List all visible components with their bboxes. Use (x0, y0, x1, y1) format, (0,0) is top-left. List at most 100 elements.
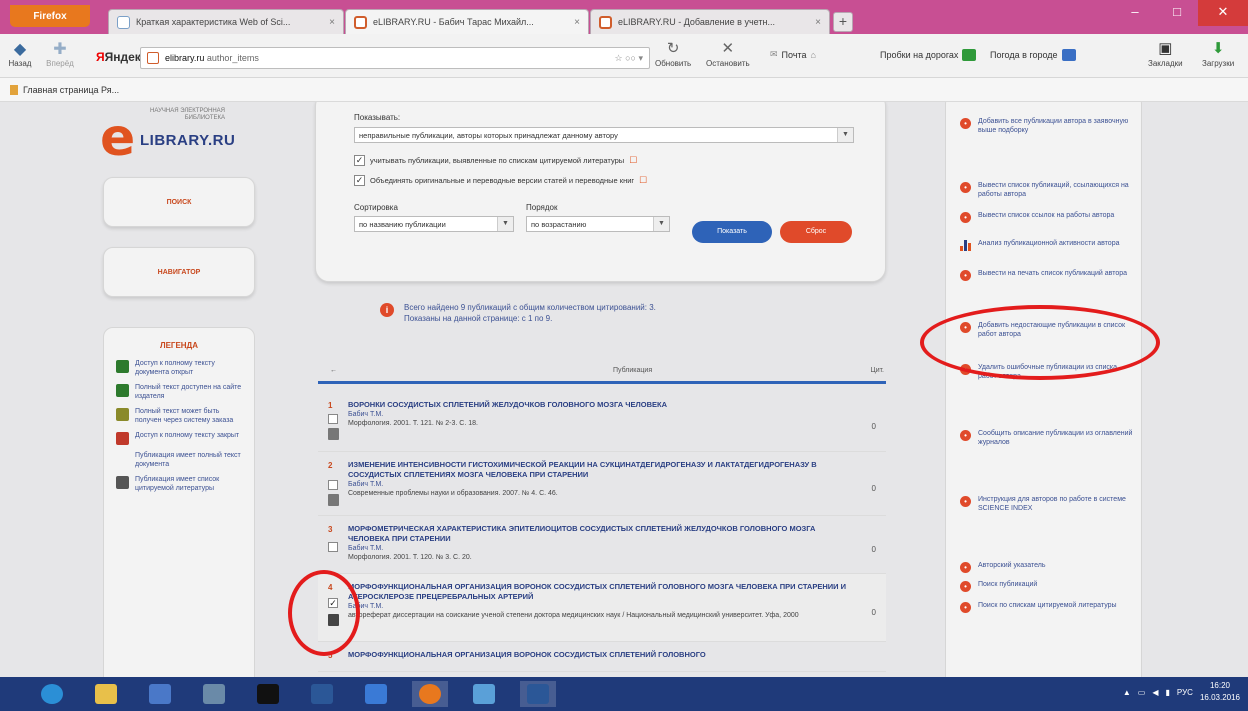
tool-citing-publications[interactable]: • Вывести список публикаций, ссылающихся… (960, 181, 1135, 199)
publications-table-header: ← Публикация Цит. (318, 362, 886, 384)
row-checkbox-checked[interactable]: ✓ (328, 598, 338, 608)
weather-button[interactable]: Погода в городе (990, 49, 1076, 61)
tool-search-references[interactable]: • Поиск по спискам цитируемой литературы (960, 601, 1135, 613)
search-nav-button[interactable]: поиск (103, 177, 255, 227)
tool-author-index[interactable]: • Авторский указатель (960, 561, 1135, 573)
new-tab-button[interactable]: + (833, 12, 853, 32)
chevron-down-icon: ▼ (653, 217, 669, 231)
reload-button[interactable]: ↻ Обновить (655, 39, 691, 68)
maximize-icon[interactable]: □ (1156, 0, 1198, 26)
action-icon: • (960, 430, 971, 441)
row-checkbox[interactable] (328, 414, 338, 424)
order-select[interactable]: по возрастанию ▼ (526, 216, 670, 232)
volume-icon[interactable]: ◀ (1152, 688, 1158, 697)
references-list-icon[interactable] (328, 494, 339, 506)
close-tab-icon[interactable]: × (574, 17, 580, 28)
internet-explorer-icon[interactable] (34, 681, 70, 707)
bookmark-main-page[interactable]: Главная страница Ря... (23, 85, 119, 95)
publication-title-link[interactable]: МОРФОФУНКЦИОНАЛЬНАЯ ОРГАНИЗАЦИЯ ВОРОНОК … (348, 582, 856, 602)
tool-science-index-guide[interactable]: • Инструкция для авторов по работе в сис… (960, 495, 1135, 513)
close-tab-icon[interactable]: × (815, 17, 821, 28)
show-select[interactable]: неправильные публикации, авторы которых … (354, 127, 854, 143)
media-player-icon[interactable] (142, 681, 178, 707)
firefox-menu-button[interactable]: Firefox (10, 5, 90, 27)
include-citations-checkbox[interactable]: ✓ учитывать публикации, выявленные по сп… (354, 155, 637, 166)
publication-title-link[interactable]: МОРФОМЕТРИЧЕСКАЯ ХАРАКТЕРИСТИКА ЭПИТЕЛИО… (348, 524, 856, 544)
citations-column-header[interactable]: Цит. (871, 367, 884, 374)
row-checkbox[interactable] (328, 542, 338, 552)
publication-author[interactable]: Бабич Т.М. (348, 603, 856, 610)
mail-button[interactable]: ✉ Почта ⌂ (770, 49, 816, 60)
citation-count[interactable]: 0 (872, 608, 876, 617)
file-explorer-icon[interactable] (88, 681, 124, 707)
row-checkbox[interactable] (328, 480, 338, 490)
tool-label: Поиск по спискам цитируемой литературы (978, 602, 1117, 609)
site-identity-icon (147, 52, 159, 64)
tab-elibrary-author[interactable]: eLIBRARY.RU - Бабич Тарас Михайл... × (345, 9, 589, 34)
bookmarks-button[interactable]: ▣ Закладки (1148, 39, 1183, 68)
elibrary-logo[interactable]: НАУЧНАЯ ЭЛЕКТРОННАЯ БИБЛИОТЕКА e LIBRARY… (100, 102, 260, 168)
tab-label: eLIBRARY.RU - Добавление в учетн... (618, 17, 775, 27)
tool-search-publications[interactable]: • Поиск публикаций (960, 580, 1135, 592)
citation-count[interactable]: 0 (872, 422, 876, 431)
apply-filter-button[interactable]: Показать (692, 221, 772, 243)
table-row: 5 МОРФОФУНКЦИОНАЛЬНАЯ ОРГАНИЗАЦИЯ ВОРОНО… (318, 642, 886, 672)
legend-panel: легенда Доступ к полному тексту документ… (103, 327, 255, 677)
publication-title-link[interactable]: МОРФОФУНКЦИОНАЛЬНАЯ ОРГАНИЗАЦИЯ ВОРОНОК … (348, 650, 856, 660)
tool-label: Добавить все публикации автора в заявочн… (978, 118, 1129, 134)
tab-web-of-science[interactable]: Краткая характеристика Web of Sci... × (108, 9, 344, 34)
close-tab-icon[interactable]: × (329, 17, 335, 28)
select-all-column[interactable]: ← (330, 367, 337, 374)
citation-count[interactable]: 0 (872, 484, 876, 493)
publication-column-header[interactable]: Публикация (613, 367, 652, 374)
logo-letter: e (100, 108, 136, 168)
references-list-icon[interactable] (328, 428, 339, 440)
close-window-icon[interactable]: ✕ (1198, 0, 1248, 26)
publication-author[interactable]: Бабич Т.М. (348, 411, 856, 418)
word-icon[interactable] (304, 681, 340, 707)
address-bar[interactable]: elibrary.ru author_items ☆ ○○ ▾ (140, 47, 650, 69)
show-hidden-icons-icon[interactable]: ▲ (1123, 688, 1131, 697)
battery-icon[interactable]: ▭ (1138, 688, 1146, 697)
app-icon[interactable] (466, 681, 502, 707)
citation-count[interactable]: 0 (872, 545, 876, 554)
tool-remove-wrong-publications[interactable]: • Удалить ошибочные публикации из списка… (960, 363, 1135, 381)
app-icon[interactable] (196, 681, 232, 707)
bookmark-star-icon[interactable]: ☆ ○○ ▾ (615, 53, 643, 64)
terminal-icon[interactable] (250, 681, 286, 707)
checkbox-icon: ✓ (354, 155, 365, 166)
publication-author[interactable]: Бабич Т.М. (348, 481, 856, 488)
firefox-icon[interactable] (412, 681, 448, 707)
word-document-icon[interactable] (520, 681, 556, 707)
legend-item-label: Полный текст доступен на сайте издателя (135, 384, 242, 400)
input-language[interactable]: РУС (1177, 688, 1193, 697)
merge-translations-checkbox[interactable]: ✓ Объединять оригинальные и переводные в… (354, 175, 647, 186)
tool-references-list[interactable]: • Вывести список ссылок на работы автора (960, 211, 1135, 223)
minimize-icon[interactable]: – (1114, 0, 1156, 26)
tool-report-description[interactable]: • Сообщить описание публикации из оглавл… (960, 429, 1135, 447)
publication-title-link[interactable]: ИЗМЕНЕНИЕ ИНТЕНСИВНОСТИ ГИСТОХИМИЧЕСКОЙ … (348, 460, 856, 480)
downloads-button[interactable]: ⬇ Загрузки (1202, 39, 1234, 68)
references-list-icon[interactable] (328, 614, 339, 626)
publication-title-link[interactable]: ВОРОНКИ СОСУДИСТЫХ СПЛЕТЕНИЙ ЖЕЛУДОЧКОВ … (348, 400, 856, 410)
info-icon[interactable]: ☐ (639, 175, 647, 186)
traffic-button[interactable]: Пробки на дорогах (880, 49, 977, 61)
network-signal-icon[interactable]: ▮ (1166, 688, 1170, 697)
back-label: Назад (8, 59, 32, 68)
tool-add-missing-publications[interactable]: • Добавить недостающие публикации в спис… (960, 321, 1135, 339)
back-button[interactable]: ◆ Назад (0, 39, 40, 68)
tool-print-publications[interactable]: • Вывести на печать список публикаций ав… (960, 269, 1135, 281)
publication-author[interactable]: Бабич Т.М. (348, 545, 856, 552)
info-icon[interactable]: ☐ (629, 155, 637, 166)
navigator-nav-button[interactable]: навигатор (103, 247, 255, 297)
forward-button[interactable]: ✚ Вперёд (40, 39, 80, 68)
network-icon[interactable] (358, 681, 394, 707)
tool-activity-analysis[interactable]: Анализ публикационной активности автора (960, 239, 1135, 251)
tool-add-all-publications[interactable]: • Добавить все публикации автора в заяво… (960, 117, 1135, 135)
stop-button[interactable]: ✕ Остановить (706, 39, 750, 68)
reset-filter-button[interactable]: Сброс (780, 221, 852, 243)
clock[interactable]: 16:20 16.03.2016 (1200, 680, 1240, 704)
tab-elibrary-add[interactable]: eLIBRARY.RU - Добавление в учетн... × (590, 9, 830, 34)
sort-select[interactable]: по названию публикации ▼ (354, 216, 514, 232)
logo-text: LIBRARY.RU (140, 132, 236, 149)
